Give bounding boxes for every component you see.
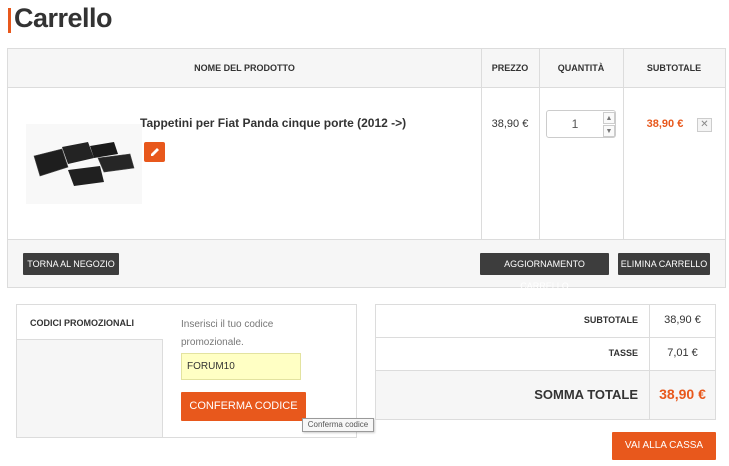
checkout-button[interactable]: VAI ALLA CASSA xyxy=(612,432,716,460)
promo-title: CODICI PROMOZIONALI xyxy=(30,318,134,328)
promo-code-input[interactable]: FORUM10 xyxy=(181,353,301,380)
remove-item-button[interactable]: ✕ xyxy=(697,118,712,132)
grand-total-row: SOMMA TOTALE 38,90 € xyxy=(376,371,715,419)
grand-total-label: SOMMA TOTALE xyxy=(534,387,638,402)
product-name[interactable]: Tappetini per Fiat Panda cinque porte (2… xyxy=(140,116,406,130)
chevron-up-icon[interactable]: ▲ xyxy=(603,112,615,124)
chevron-down-icon[interactable]: ▼ xyxy=(603,125,615,137)
tax-value: 7,01 € xyxy=(667,347,698,359)
edit-product-button[interactable] xyxy=(144,142,165,162)
product-price: 38,90 € xyxy=(491,118,529,130)
tax-row: TASSE 7,01 € xyxy=(376,338,715,371)
column-divider xyxy=(539,49,540,239)
close-icon: ✕ xyxy=(700,119,709,130)
header-price: PREZZO xyxy=(491,63,529,73)
promo-side-panel xyxy=(17,340,163,437)
totals-panel: SUBTOTALE 38,90 € TASSE 7,01 € SOMMA TOT… xyxy=(375,304,716,420)
cart-table-footer: TORNA AL NEGOZIO AGGIORNAMENTO CARRELLO … xyxy=(8,239,725,291)
tax-label: TASSE xyxy=(608,348,638,358)
column-divider xyxy=(623,49,624,239)
column-divider xyxy=(649,305,650,419)
update-cart-button[interactable]: AGGIORNAMENTO CARRELLO xyxy=(480,253,609,291)
subtotal-row: SUBTOTALE 38,90 € xyxy=(376,305,715,338)
promo-instructions: Inserisci il tuo codice promozionale. xyxy=(181,319,274,348)
subtotal-value: 38,90 € xyxy=(664,314,701,326)
product-subtotal: 38,90 € xyxy=(646,118,684,130)
grand-total-value: 38,90 € xyxy=(659,386,706,402)
cart-table: NOME DEL PRODOTTO PREZZO QUANTITÀ SUBTOT… xyxy=(7,48,726,291)
clear-cart-button[interactable]: ELIMINA CARRELLO xyxy=(618,253,710,275)
pencil-icon xyxy=(150,148,159,156)
product-image-floor-mats[interactable] xyxy=(26,124,142,204)
quantity-stepper[interactable]: 1 ▲ ▼ xyxy=(546,110,616,138)
column-divider xyxy=(481,49,482,239)
title-accent-bar xyxy=(8,8,11,33)
header-quantity: QUANTITÀ xyxy=(557,63,605,73)
back-to-shop-button[interactable]: TORNA AL NEGOZIO xyxy=(23,253,119,275)
quantity-input[interactable]: 1 xyxy=(547,111,603,137)
confirm-code-tooltip: Conferma codice xyxy=(302,418,374,432)
page-title: Carrello xyxy=(14,3,113,33)
confirm-code-button[interactable]: CONFERMA CODICE xyxy=(181,392,306,421)
header-subtotal: SUBTOTALE xyxy=(646,63,702,73)
header-product-name: NOME DEL PRODOTTO xyxy=(194,63,295,73)
subtotal-label: SUBTOTALE xyxy=(583,315,638,325)
